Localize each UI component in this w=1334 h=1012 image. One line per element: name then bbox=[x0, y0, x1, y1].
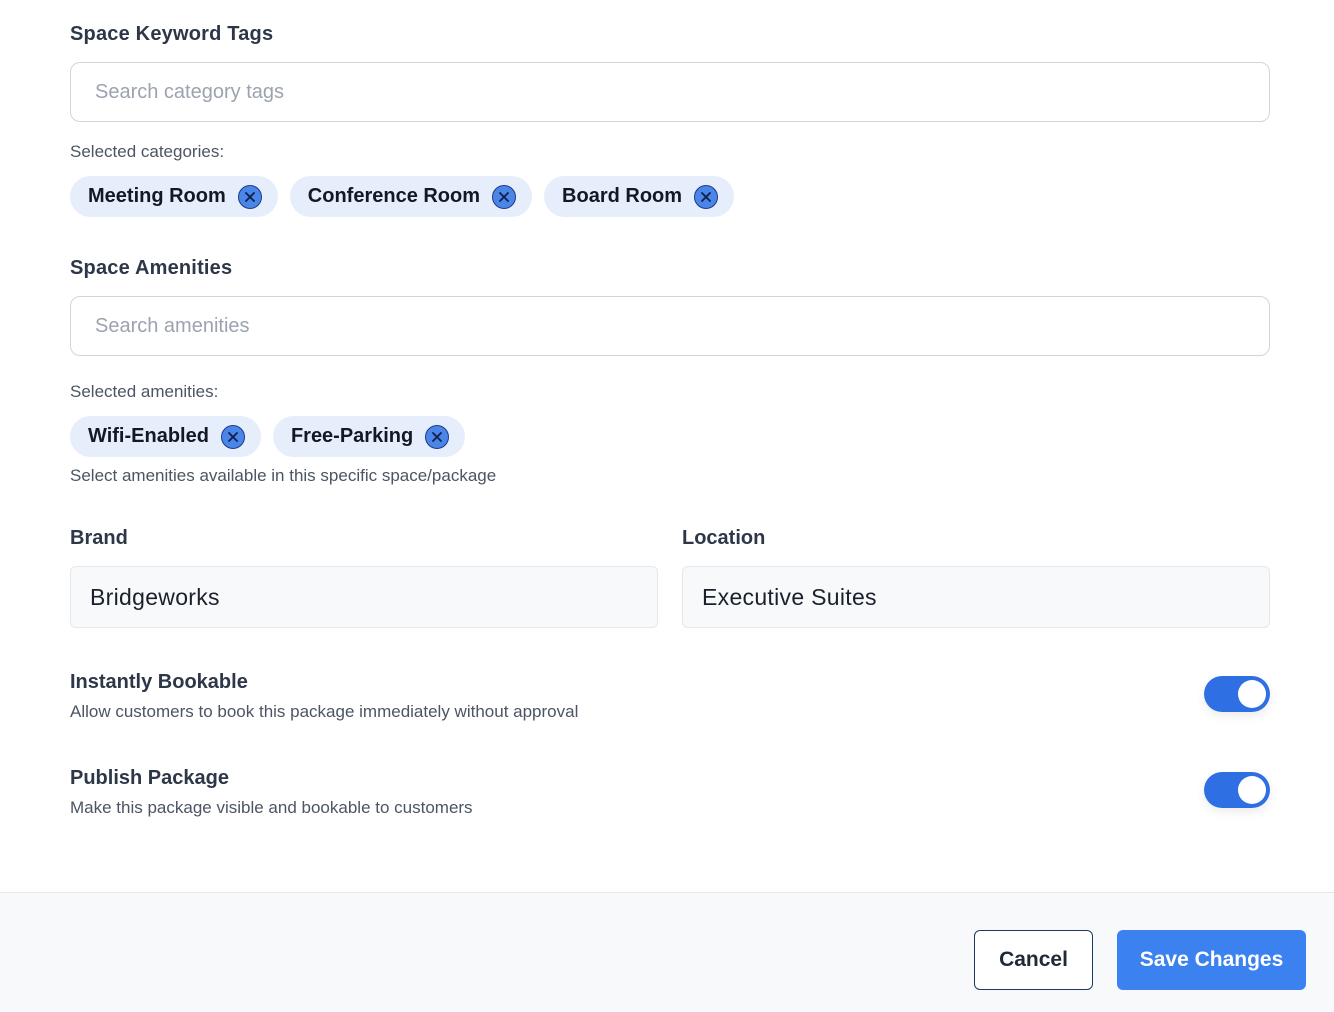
amenity-chip: Wifi-Enabled bbox=[70, 416, 261, 457]
category-chip: Conference Room bbox=[289, 176, 533, 217]
selected-amenities-label: Selected amenities: bbox=[70, 382, 219, 401]
chip-label: Conference Room bbox=[307, 185, 481, 207]
save-changes-button[interactable]: Save Changes bbox=[1117, 930, 1306, 990]
amenity-chip: Free-Parking bbox=[272, 416, 466, 457]
close-circle-icon[interactable] bbox=[237, 184, 262, 209]
instantly-bookable-description: Allow customers to book this package imm… bbox=[70, 702, 579, 721]
location-field: Executive Suites bbox=[682, 566, 1270, 628]
selected-amenities-list: Wifi-Enabled Free-Parking bbox=[70, 416, 466, 457]
selected-categories-list: Meeting Room Conference Room Board Room bbox=[70, 176, 735, 217]
amenities-helper-text: Select amenities available in this speci… bbox=[70, 466, 497, 485]
instantly-bookable-toggle[interactable] bbox=[1204, 676, 1270, 712]
close-circle-icon[interactable] bbox=[220, 424, 245, 449]
close-circle-icon[interactable] bbox=[694, 184, 719, 209]
keyword-tags-label: Space Keyword Tags bbox=[70, 23, 274, 45]
instantly-bookable-title: Instantly Bookable bbox=[70, 671, 248, 693]
keyword-tags-search-input[interactable] bbox=[71, 63, 1269, 121]
cancel-button[interactable]: Cancel bbox=[974, 930, 1093, 990]
chip-label: Wifi-Enabled bbox=[88, 425, 209, 447]
publish-package-title: Publish Package bbox=[70, 767, 229, 789]
brand-label: Brand bbox=[70, 527, 128, 549]
location-label: Location bbox=[682, 527, 766, 549]
category-chip: Board Room bbox=[544, 176, 735, 217]
chip-label: Board Room bbox=[562, 185, 683, 207]
selected-categories-label: Selected categories: bbox=[70, 142, 225, 161]
close-circle-icon[interactable] bbox=[425, 424, 450, 449]
publish-package-toggle[interactable] bbox=[1204, 772, 1270, 808]
toggle-knob bbox=[1238, 776, 1266, 804]
close-circle-icon[interactable] bbox=[492, 184, 517, 209]
amenities-search-input[interactable] bbox=[71, 297, 1269, 355]
edit-package-form: Space Keyword Tags Selected categories: … bbox=[0, 0, 1334, 1012]
toggle-knob bbox=[1238, 680, 1266, 708]
amenities-search-field[interactable] bbox=[70, 296, 1270, 356]
amenities-label: Space Amenities bbox=[70, 257, 233, 279]
chip-label: Meeting Room bbox=[88, 185, 226, 207]
brand-field: Bridgeworks bbox=[70, 566, 658, 628]
category-chip: Meeting Room bbox=[70, 176, 278, 217]
form-footer: Cancel Save Changes bbox=[0, 892, 1334, 1012]
keyword-tags-search-field[interactable] bbox=[70, 62, 1270, 122]
chip-label: Free-Parking bbox=[290, 425, 414, 447]
publish-package-description: Make this package visible and bookable t… bbox=[70, 798, 473, 817]
